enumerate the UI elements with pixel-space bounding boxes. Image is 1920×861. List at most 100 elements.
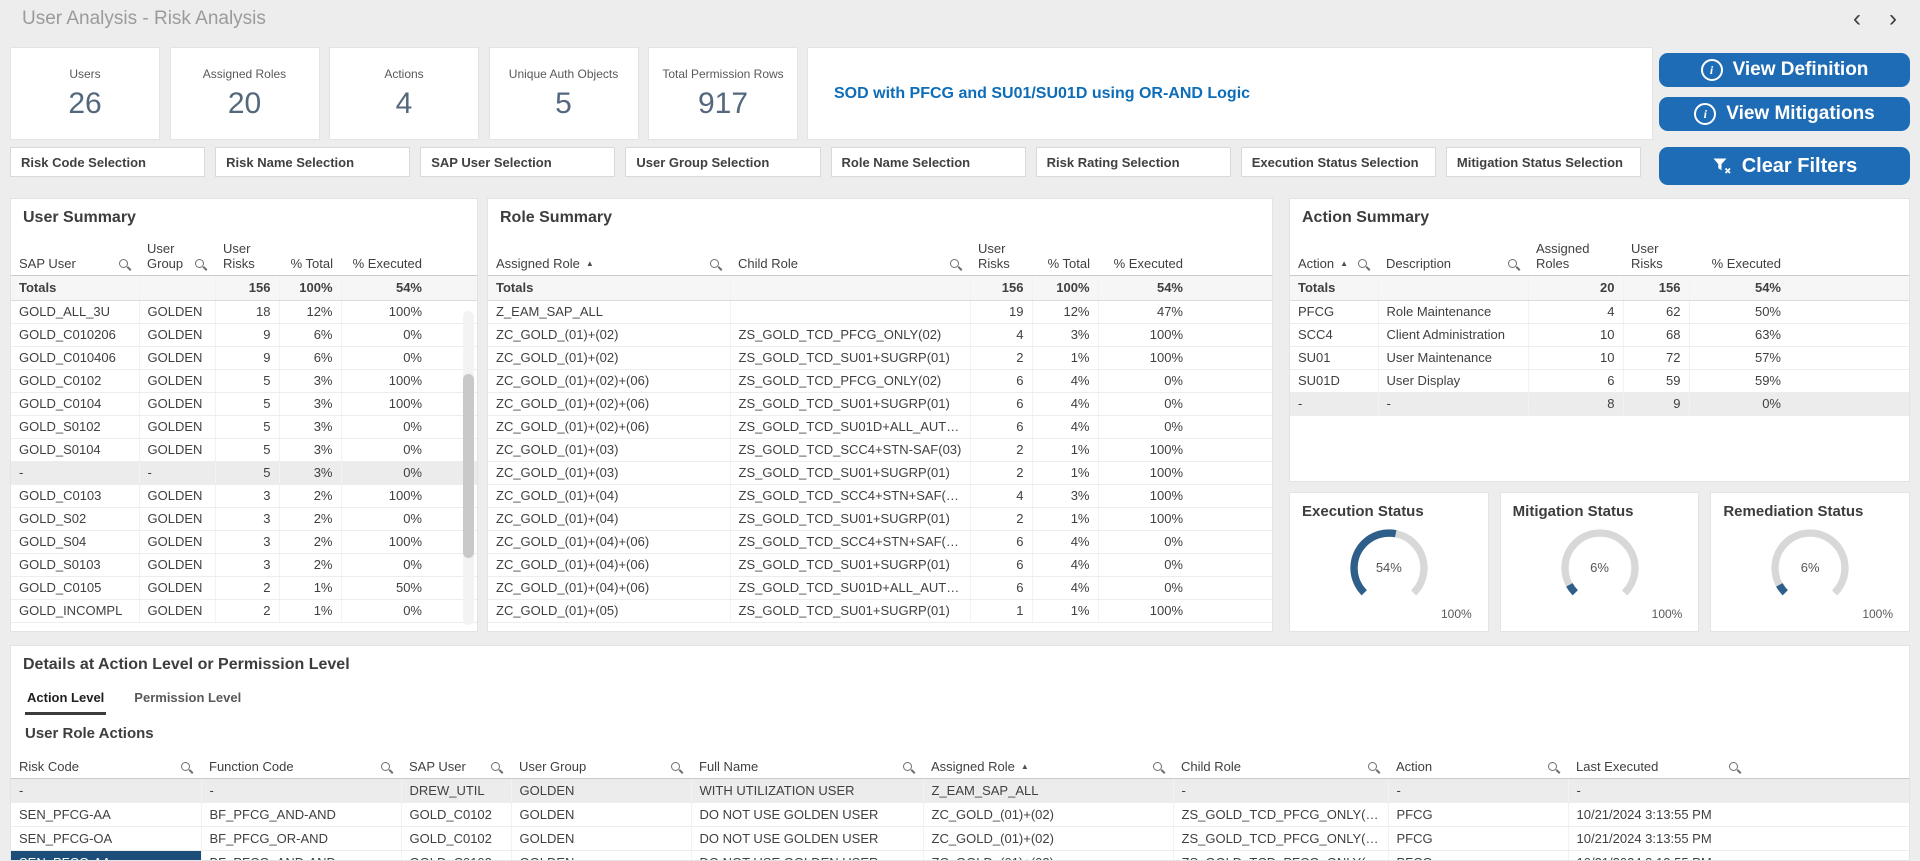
- cell-pct-total[interactable]: 1%: [1032, 438, 1099, 462]
- cell-function-code[interactable]: BF_PFCG_AND-AND: [201, 802, 402, 827]
- cell-sap-user[interactable]: GOLD_S0102: [11, 415, 140, 439]
- cell-assigned-role[interactable]: ZC_GOLD_(01)+(02): [923, 850, 1174, 860]
- cell-pct-executed[interactable]: 63%: [1689, 323, 1909, 347]
- cell-user-risks[interactable]: 6: [970, 369, 1033, 393]
- view-mitigations-button[interactable]: i View Mitigations: [1659, 97, 1910, 131]
- cell-user-group[interactable]: GOLDEN: [139, 438, 216, 462]
- cell-user-group[interactable]: GOLDEN: [139, 323, 216, 347]
- cell-assigned-roles[interactable]: 10: [1528, 323, 1624, 347]
- cell-pct-total[interactable]: 1%: [279, 576, 342, 600]
- column-header[interactable]: SAP User ▲: [11, 233, 139, 276]
- cell-action[interactable]: PFCG: [1290, 300, 1379, 324]
- cell-description[interactable]: User Display: [1378, 369, 1529, 393]
- cell-user-group[interactable]: GOLDEN: [139, 300, 216, 324]
- cell-pct-executed[interactable]: 100%: [1098, 507, 1272, 531]
- cell-pct-executed[interactable]: 57%: [1689, 346, 1909, 370]
- cell-sap-user[interactable]: GOLD_C0102: [401, 850, 512, 860]
- cell-full-name[interactable]: WITH UTILIZATION USER: [691, 778, 924, 803]
- cell-child-role[interactable]: ZS_GOLD_TCD_SU01D+ALL_AUTH(06): [730, 576, 971, 600]
- cell-child-role[interactable]: ZS_GOLD_TCD_PFCG_ONLY(02): [730, 323, 971, 347]
- cell-pct-total[interactable]: 4%: [1032, 530, 1099, 554]
- cell-pct-executed[interactable]: 100%: [341, 369, 477, 393]
- cell-pct-executed[interactable]: 0%: [341, 507, 477, 531]
- cell-user-group[interactable]: GOLDEN: [139, 599, 216, 623]
- search-icon[interactable]: [902, 761, 915, 774]
- prev-sheet-button[interactable]: ‹: [1842, 2, 1872, 36]
- cell-risk-code[interactable]: -: [11, 778, 202, 803]
- cell-child-role[interactable]: ZS_GOLD_TCD_SU01+SUGRP(01): [730, 553, 971, 577]
- column-header[interactable]: User Risks ▲: [970, 233, 1032, 276]
- cell-user-risks[interactable]: 6: [970, 392, 1033, 416]
- cell-sap-user[interactable]: GOLD_C0105: [11, 576, 140, 600]
- column-header[interactable]: Action ▲: [1388, 750, 1568, 779]
- cell-pct-executed[interactable]: 0%: [1098, 530, 1272, 554]
- cell-pct-total[interactable]: 1%: [1032, 346, 1099, 370]
- cell-user-risks[interactable]: 2: [970, 346, 1033, 370]
- cell-risk-code[interactable]: SEN_PFCG-AA: [11, 850, 202, 860]
- cell-pct-executed[interactable]: 100%: [1098, 346, 1272, 370]
- cell-assigned-role[interactable]: ZC_GOLD_(01)+(03): [488, 461, 731, 485]
- cell-user-group[interactable]: GOLDEN: [139, 553, 216, 577]
- cell-pct-executed[interactable]: 100%: [1098, 323, 1272, 347]
- cell-pct-executed[interactable]: 0%: [341, 415, 477, 439]
- cell-user-group[interactable]: GOLDEN: [511, 826, 692, 851]
- search-icon[interactable]: [1507, 258, 1520, 271]
- cell-pct-total[interactable]: 3%: [279, 415, 342, 439]
- cell-pct-executed[interactable]: 0%: [1098, 553, 1272, 577]
- cell-last-executed[interactable]: 10/21/2024 3:13:55 PM: [1568, 850, 1909, 860]
- cell-pct-total[interactable]: 6%: [279, 323, 342, 347]
- scrollbar-thumb[interactable]: [463, 374, 474, 558]
- cell-user-risks[interactable]: 5: [215, 415, 280, 439]
- cell-pct-total[interactable]: 1%: [1032, 507, 1099, 531]
- cell-child-role[interactable]: ZS_GOLD_TCD_SCC4+STN+SAF(04): [730, 484, 971, 508]
- column-header[interactable]: % Executed ▲: [1689, 233, 1909, 276]
- filter-box[interactable]: Risk Name Selection: [215, 147, 411, 177]
- cell-user-risks[interactable]: 2: [970, 438, 1033, 462]
- cell-child-role[interactable]: -: [1173, 778, 1389, 803]
- cell-user-risks[interactable]: 3: [215, 484, 280, 508]
- cell-assigned-role[interactable]: ZC_GOLD_(01)+(04): [488, 507, 731, 531]
- cell-pct-total[interactable]: 1%: [1032, 599, 1099, 623]
- cell-pct-executed[interactable]: 0%: [341, 346, 477, 370]
- search-icon[interactable]: [194, 258, 207, 271]
- cell-assigned-role[interactable]: ZC_GOLD_(01)+(02): [488, 346, 731, 370]
- tab[interactable]: Action Level: [25, 686, 107, 715]
- column-header[interactable]: SAP User ▲: [401, 750, 511, 779]
- column-header[interactable]: User Group ▲: [511, 750, 691, 779]
- cell-user-risks[interactable]: 62: [1623, 300, 1690, 324]
- cell-sap-user[interactable]: GOLD_ALL_3U: [11, 300, 140, 324]
- cell-last-executed[interactable]: 10/21/2024 3:13:55 PM: [1568, 826, 1909, 851]
- cell-user-risks[interactable]: 68: [1623, 323, 1690, 347]
- cell-user-group[interactable]: GOLDEN: [139, 392, 216, 416]
- cell-pct-total[interactable]: 4%: [1032, 553, 1099, 577]
- cell-user-risks[interactable]: 59: [1623, 369, 1690, 393]
- cell-user-risks[interactable]: 2: [970, 461, 1033, 485]
- cell-sap-user[interactable]: GOLD_S0103: [11, 553, 140, 577]
- cell-description[interactable]: Client Administration: [1378, 323, 1529, 347]
- cell-child-role[interactable]: ZS_GOLD_TCD_SU01D+ALL_AUTH(06): [730, 415, 971, 439]
- cell-assigned-roles[interactable]: 10: [1528, 346, 1624, 370]
- cell-pct-executed[interactable]: 0%: [1098, 415, 1272, 439]
- cell-last-executed[interactable]: -: [1568, 778, 1909, 803]
- cell-pct-executed[interactable]: 0%: [341, 438, 477, 462]
- cell-pct-total[interactable]: 12%: [279, 300, 342, 324]
- cell-pct-total[interactable]: 2%: [279, 484, 342, 508]
- cell-user-risks[interactable]: 4: [970, 323, 1033, 347]
- cell-pct-executed[interactable]: 100%: [1098, 599, 1272, 623]
- cell-user-risks[interactable]: 5: [215, 461, 280, 485]
- search-icon[interactable]: [1728, 761, 1741, 774]
- cell-user-group[interactable]: GOLDEN: [511, 802, 692, 827]
- filter-box[interactable]: Mitigation Status Selection: [1445, 147, 1641, 177]
- cell-user-risks[interactable]: 6: [970, 530, 1033, 554]
- filter-box[interactable]: Role Name Selection: [830, 147, 1026, 177]
- cell-user-risks[interactable]: 19: [970, 300, 1033, 324]
- view-definition-button[interactable]: i View Definition: [1659, 53, 1910, 87]
- column-header[interactable]: Description ▲: [1378, 233, 1528, 276]
- cell-user-risks[interactable]: 6: [970, 415, 1033, 439]
- cell-action[interactable]: PFCG: [1388, 826, 1569, 851]
- cell-pct-total[interactable]: 3%: [1032, 323, 1099, 347]
- cell-pct-executed[interactable]: 0%: [341, 323, 477, 347]
- clear-filters-button[interactable]: Clear Filters: [1659, 147, 1910, 185]
- cell-user-risks[interactable]: 72: [1623, 346, 1690, 370]
- cell-user-risks[interactable]: 2: [215, 576, 280, 600]
